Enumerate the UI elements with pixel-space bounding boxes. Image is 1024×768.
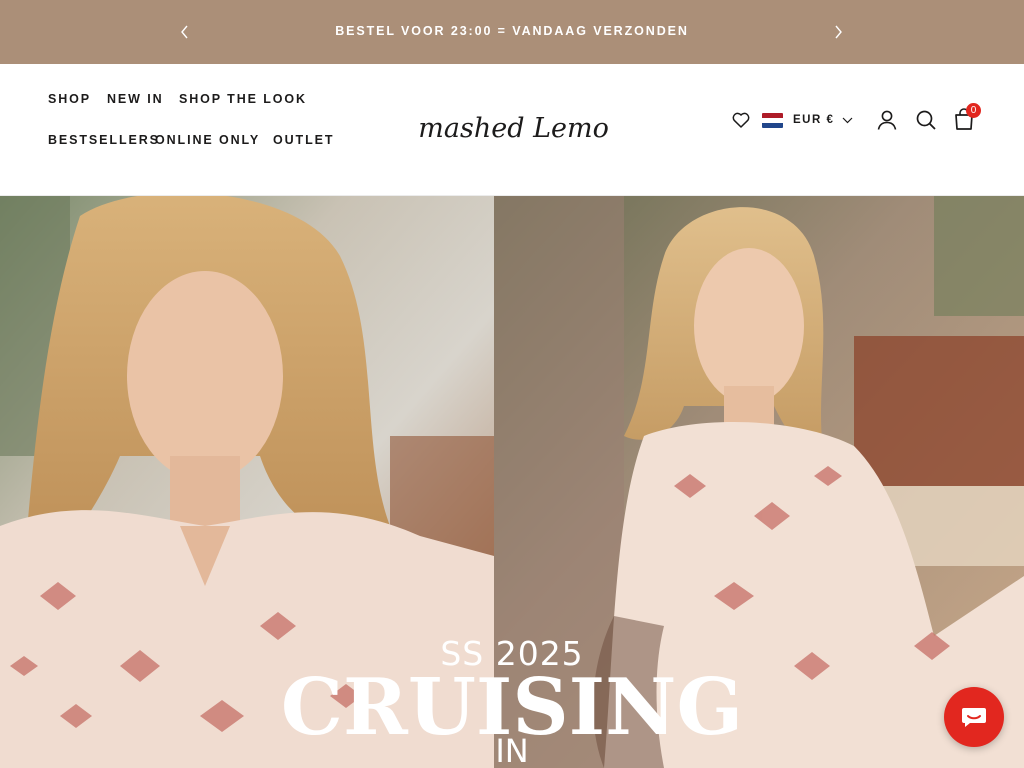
search-button[interactable]	[914, 108, 938, 132]
currency-label: EUR €	[793, 114, 835, 126]
hero-banner[interactable]: SS 2025 CRUISING IN	[0, 196, 1024, 768]
chevron-down-icon	[842, 117, 853, 123]
announcement-next-button[interactable]	[826, 20, 850, 44]
brand-logo[interactable]: Smashed Lemon	[400, 90, 626, 150]
nav-shop-the-look[interactable]: SHOP THE LOOK	[179, 92, 307, 106]
logo-text: Smashed Lemon	[418, 113, 608, 144]
wishlist-button[interactable]	[730, 108, 752, 132]
cart-count-badge: 0	[966, 103, 981, 118]
chevron-right-icon	[835, 25, 842, 39]
nav-online-only[interactable]: ONLINE ONLY	[155, 133, 260, 147]
nav-outlet[interactable]: OUTLET	[273, 133, 334, 147]
site-header: SHOP NEW IN SHOP THE LOOK BESTSELLERS ON…	[0, 64, 1024, 196]
announcement-bar: BESTEL VOOR 23:00 = VANDAAG VERZONDEN	[0, 0, 1024, 64]
netherlands-flag-icon	[762, 112, 783, 128]
chat-button[interactable]	[944, 687, 1004, 747]
heart-icon	[732, 112, 750, 128]
hero-line3: IN	[495, 732, 529, 768]
search-icon	[916, 110, 936, 130]
chat-bubble-icon	[962, 708, 986, 727]
currency-selector[interactable]: EUR €	[762, 108, 853, 132]
nav-shop[interactable]: SHOP	[48, 92, 91, 106]
nav-new-in[interactable]: NEW IN	[107, 92, 164, 106]
account-button[interactable]	[875, 108, 899, 132]
user-icon	[877, 110, 897, 130]
nav-bestsellers[interactable]: BESTSELLERS	[48, 133, 160, 147]
announcement-text: BESTEL VOOR 23:00 = VANDAAG VERZONDEN	[335, 24, 689, 38]
